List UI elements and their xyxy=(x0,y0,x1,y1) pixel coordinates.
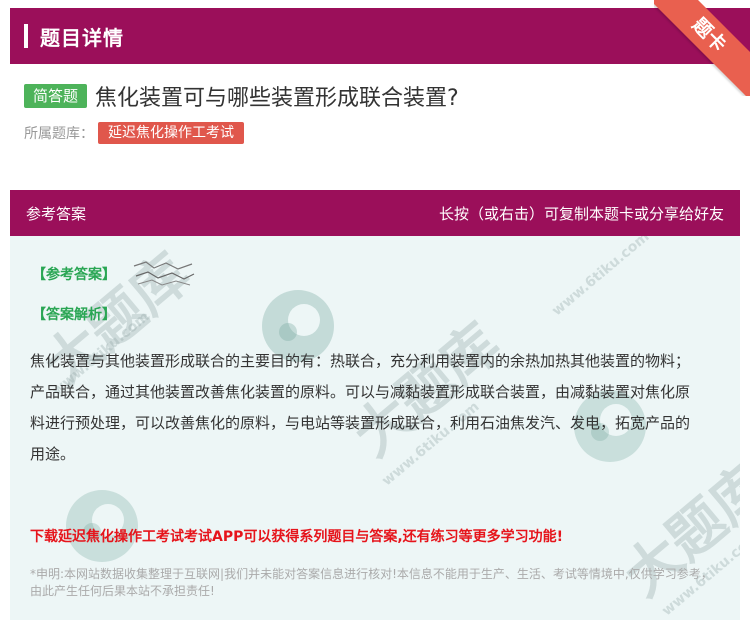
disclaimer: *申明:本网站数据收集整理于互联网|我们并未能对答案信息进行核对!本信息不能用于… xyxy=(30,567,713,598)
bank-label: 所属题库： xyxy=(24,126,94,142)
copy-share-hint: 长按（或右击）可复制本题卡或分享给好友 xyxy=(438,204,724,223)
question-type-tag: 简答题 xyxy=(24,84,88,108)
watermark-url: www.6tiku.com xyxy=(549,236,653,320)
page-title: 题目详情 xyxy=(40,26,124,50)
header-bar: 题目详情 xyxy=(10,8,750,64)
ribbon-label: 题卡 xyxy=(654,0,750,96)
bank-name-link[interactable]: 延迟焦化操作工考试 xyxy=(98,122,244,144)
header-accent-bar xyxy=(24,24,28,48)
analysis-label: 【答案解析】 xyxy=(32,307,116,323)
answer-header-title: 参考答案 xyxy=(26,204,87,223)
download-promo-link[interactable]: 下载延迟焦化操作工考试考试APP可以获得系列题目与答案,还有练习等更多学习功能! xyxy=(30,526,563,546)
answer-image xyxy=(133,261,195,286)
question-row: 简答题 焦化装置可与哪些装置形成联合装置? xyxy=(24,80,459,112)
answer-header: 参考答案 长按（或右击）可复制本题卡或分享给好友 xyxy=(10,190,740,236)
answer-text: 焦化装置与其他装置形成联合的主要目的有：热联合，充分利用装置内的余热加热其他装置… xyxy=(30,352,691,463)
corner-ribbon[interactable]: 题卡 xyxy=(654,0,750,96)
question-bank-row: 所属题库： 延迟焦化操作工考试 xyxy=(24,122,244,144)
reference-answer-label: 【参考答案】 xyxy=(32,267,116,283)
answer-panel: 大题库 大题库 大题库 www.6tiku.com www.6tiku.com … xyxy=(10,236,740,620)
question-title: 焦化装置可与哪些装置形成联合装置? xyxy=(95,86,459,111)
